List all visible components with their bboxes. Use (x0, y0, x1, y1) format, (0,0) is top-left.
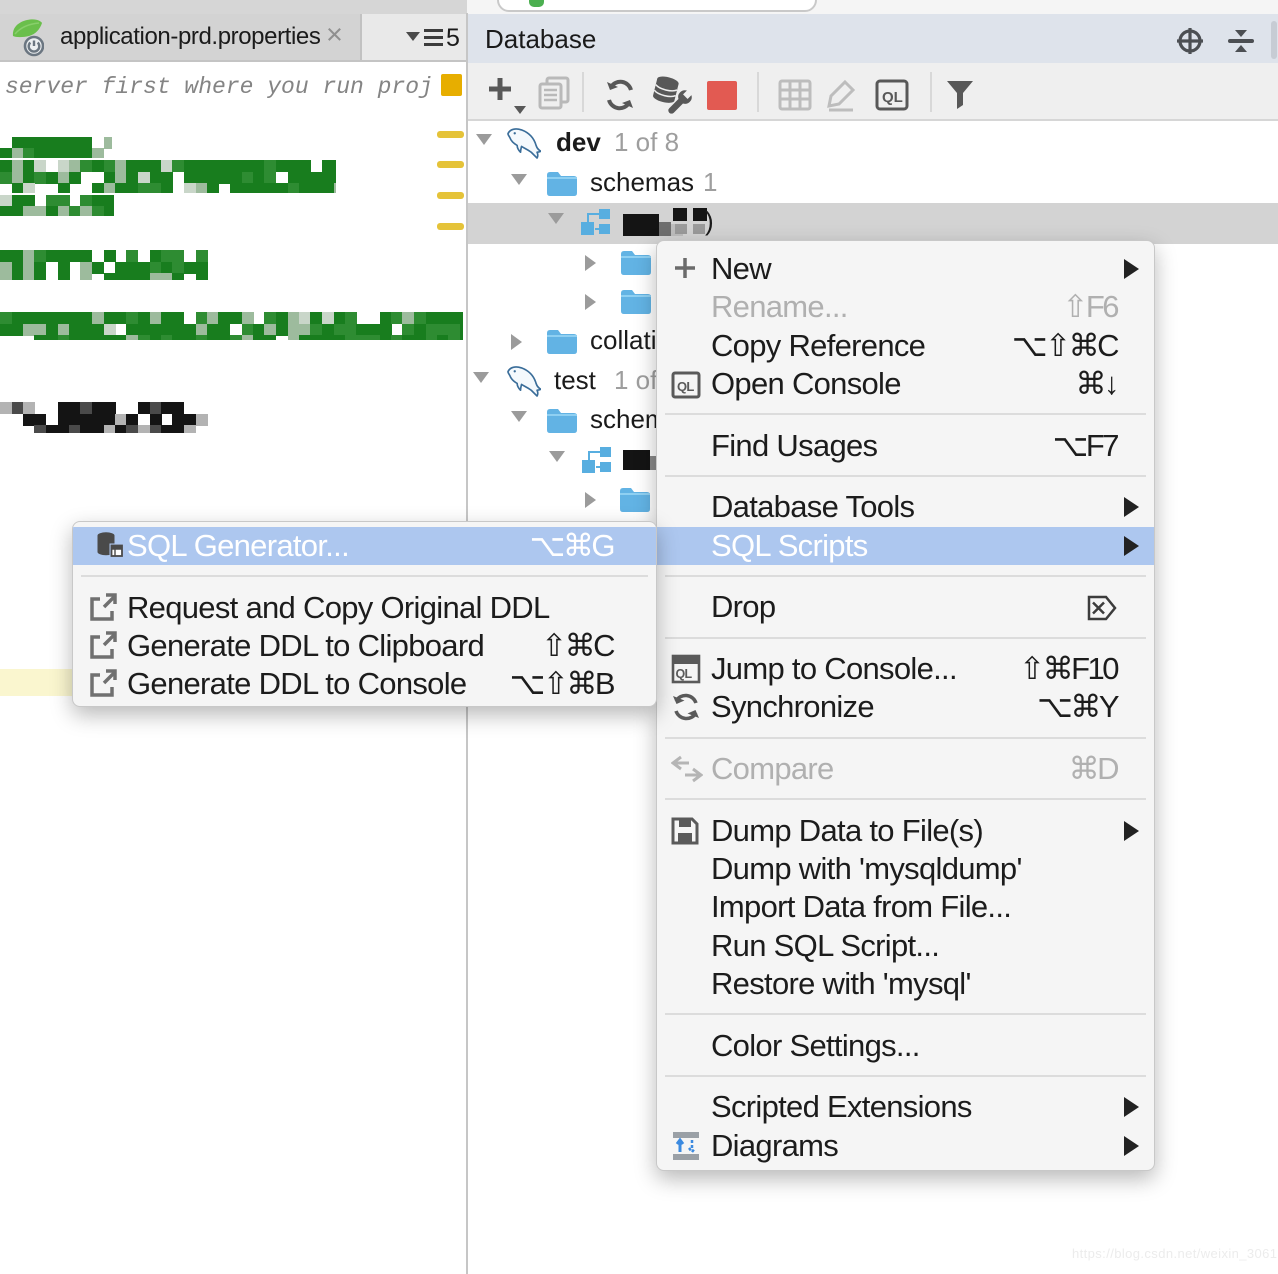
svg-text:QL: QL (676, 667, 693, 681)
svg-text:QL: QL (677, 379, 694, 394)
svg-text:QL: QL (882, 89, 903, 106)
